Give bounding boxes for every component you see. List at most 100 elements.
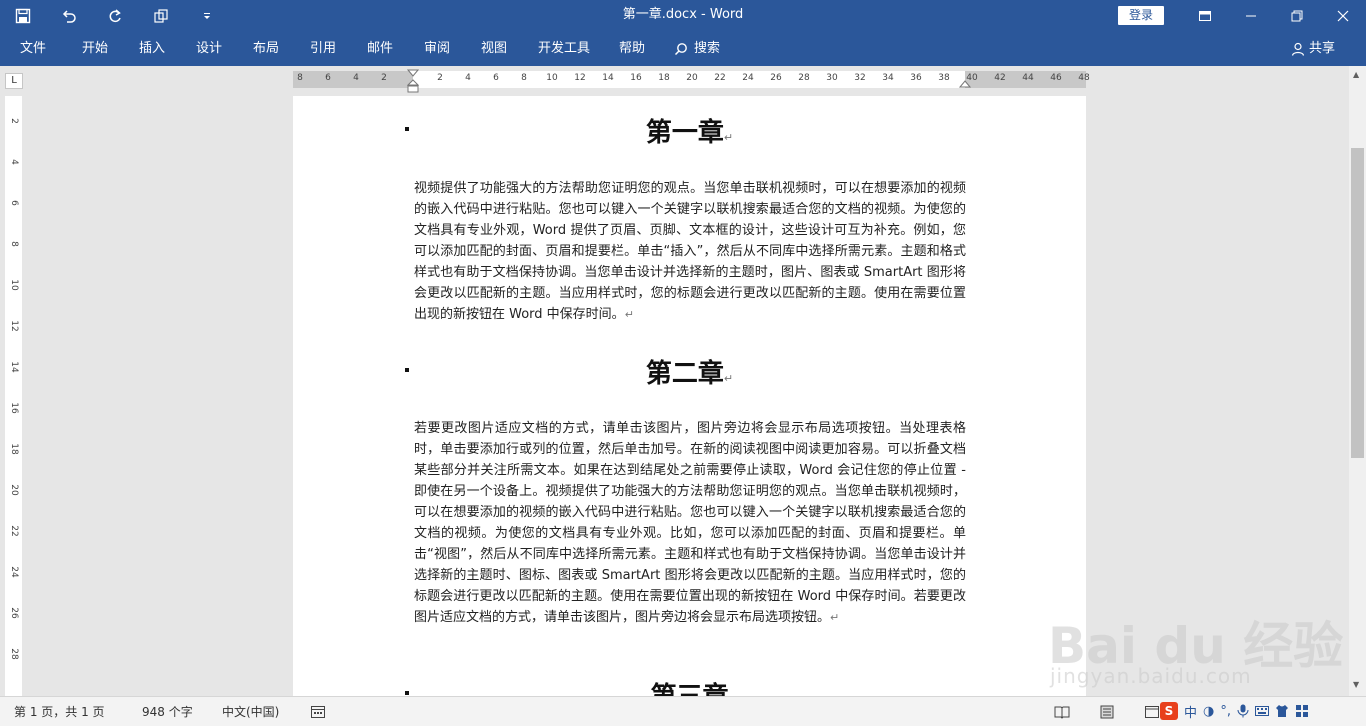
return-mark: ↵ [624,308,634,321]
vertical-ruler[interactable]: 2 4 6 8 10 12 14 16 18 20 22 24 26 28 [5,96,22,696]
ribbon-tab[interactable]: 文件 [20,32,46,66]
heading-chapter-3[interactable]: 第三章 [293,676,1086,696]
save-button[interactable] [0,0,46,32]
print-layout-icon[interactable] [1099,704,1115,720]
share-button[interactable]: 共享 [1291,32,1335,66]
ruler-tick-label: 22 [9,525,19,537]
ribbon-tab[interactable]: 审阅 [424,32,450,66]
ime-toolbar[interactable]: S 中 ◑ °, [1160,700,1309,722]
restore-button[interactable] [1274,0,1320,32]
heading-text: 第二章 [645,359,724,389]
ruler-tick-label: 12 [9,320,19,332]
return-mark: ↵ [830,611,840,624]
ruler-tick-label: 4 [9,159,19,165]
ruler-tick-label: 44 [1022,73,1034,83]
half-width-moon-icon[interactable]: ◑ [1203,704,1214,719]
sogou-ime-icon[interactable]: S [1160,702,1178,720]
ruler-tick-label: 14 [602,73,614,83]
ribbon-tab[interactable]: 开发工具 [538,32,590,66]
redo-icon [109,9,121,23]
ruler-tick-label: 8 [9,241,19,247]
minimize-button[interactable] [1228,0,1274,32]
ruler-tick-label: 20 [686,73,698,83]
window-controls [1182,0,1366,32]
heading-text: 第三章 [650,682,728,696]
horizontal-ruler[interactable]: 8 6 4 2 2 4 6 8 10 12 14 16 18 20 22 24 26 28 30 32 34 36 38 40… [293,69,1090,93]
customize-qat-button[interactable] [184,0,230,32]
ruler-tick-label: 6 [9,200,19,206]
web-layout-icon[interactable] [1144,704,1160,720]
baidu-jingyan-watermark: Bai du 经验 jingyan.baidu.com [1048,600,1348,696]
grid-tools-icon[interactable] [1295,704,1309,718]
scroll-up-arrow-icon[interactable]: ▲ [1353,70,1359,79]
login-button[interactable]: 登录 [1118,6,1164,25]
ruler-tick-label: 24 [9,566,19,578]
ruler-tick-label: 2 [9,118,19,124]
ribbon-display-options-button[interactable] [1182,0,1228,32]
indent-marker-left[interactable] [407,69,419,93]
ruler-tick-label: 4 [353,73,359,83]
ruler-tick-label: 10 [546,73,558,83]
ruler-tick-label: 46 [1050,73,1062,83]
redo-button[interactable] [92,0,138,32]
ribbon-tab[interactable]: 视图 [481,32,507,66]
heading-chapter-2[interactable]: 第二章↵ [293,353,1086,390]
keyboard-icon[interactable] [1255,705,1269,717]
ruler-tick-label: 48 [1078,73,1090,83]
restore-icon [1291,10,1303,22]
ruler-tick-label: 2 [437,73,443,83]
body-paragraph-1[interactable]: 视频提供了功能强大的方法帮助您证明您的观点。当您单击联机视频时，可以在想要添加的… [414,178,966,325]
quick-access-toolbar [0,0,230,32]
ribbon-tabs: 搜索 共享 文件 开始 插入 设计 布局 引用 邮件 审阅 视图 开发工具 帮助 [0,32,1366,66]
save-icon [15,8,31,24]
chevron-down-icon [204,13,210,19]
tab-stop-selector[interactable]: L [5,73,23,89]
vertical-scrollbar[interactable]: ▲ ▼ [1349,66,1366,696]
touch-mode-button[interactable] [138,0,184,32]
return-mark: ↵ [723,372,734,385]
undo-button[interactable] [46,0,92,32]
close-button[interactable] [1320,0,1366,32]
ribbon-tab[interactable]: 布局 [253,32,279,66]
ime-language-mode[interactable]: 中 [1184,702,1197,721]
punctuation-icon[interactable]: °, [1220,704,1231,719]
word-count[interactable]: 948 个字 [142,697,193,726]
ruler-tick-label: 10 [9,279,19,291]
heading-chapter-1[interactable]: 第一章↵ [293,112,1086,149]
ruler-tick-label: 38 [938,73,950,83]
ruler-row: L 8 6 4 2 2 4 6 8 10 12 14 16 18 20 22 24 26 28 30 32 34 36 38… [0,66,1366,94]
ribbon-tab[interactable]: 开始 [82,32,108,66]
ruler-tick-label: 6 [493,73,499,83]
body-paragraph-2[interactable]: 若要更改图片适应文档的方式，请单击该图片，图片旁边将会显示布局选项按钮。当处理表… [414,418,966,628]
ruler-tick-label: 28 [798,73,810,83]
microphone-icon[interactable] [1237,704,1249,718]
clothing-skin-icon[interactable] [1275,704,1289,718]
touch-mode-icon [154,9,168,23]
heading-text: 第一章 [645,118,724,148]
ruler-tick-label: 18 [658,73,670,83]
read-mode-icon[interactable] [1054,704,1070,720]
ribbon-tab[interactable]: 设计 [196,32,222,66]
ribbon-tab[interactable]: 邮件 [367,32,393,66]
ruler-tick-label: 6 [325,73,331,83]
document-page[interactable]: 第一章↵ 视频提供了功能强大的方法帮助您证明您的观点。当您单击联机视频时，可以在… [293,96,1086,696]
ruler-tick-label: 24 [742,73,754,83]
ruler-tick-label: 2 [381,73,387,83]
undo-icon [62,10,76,23]
ruler-tick-label: 42 [994,73,1006,83]
paragraph-text: 视频提供了功能强大的方法帮助您证明您的观点。当您单击联机视频时，可以在想要添加的… [414,181,966,322]
ribbon-tab[interactable]: 帮助 [619,32,645,66]
share-label: 共享 [1309,41,1336,56]
return-mark: ↵ [723,131,734,144]
language-indicator[interactable]: 中文(中国) [222,697,279,726]
macro-record-icon[interactable] [310,704,326,720]
tell-me-search[interactable]: 搜索 [674,32,720,66]
ribbon-tab[interactable]: 插入 [139,32,165,66]
ribbon-display-icon [1199,11,1211,21]
ruler-tick-label: 32 [854,73,866,83]
scroll-down-arrow-icon[interactable]: ▼ [1353,680,1359,689]
scrollbar-thumb[interactable] [1351,148,1364,458]
ribbon-tab[interactable]: 引用 [310,32,336,66]
page-count[interactable]: 第 1 页，共 1 页 [14,697,105,726]
close-icon [1337,10,1349,22]
